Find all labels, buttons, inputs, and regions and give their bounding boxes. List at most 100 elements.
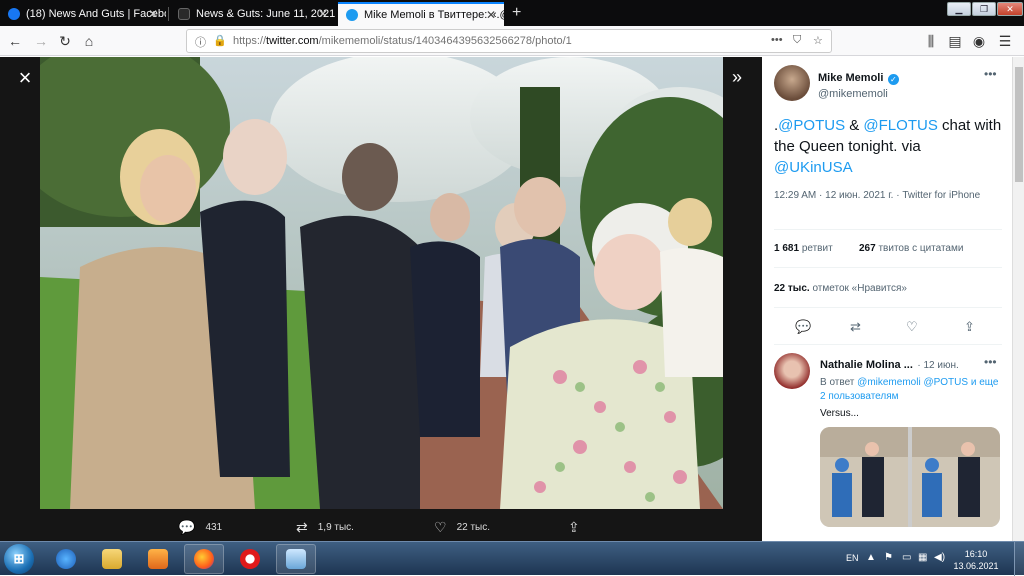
- battery-icon[interactable]: ▭: [902, 552, 911, 563]
- author-avatar[interactable]: [774, 65, 810, 101]
- reply-text: Versus...: [820, 408, 859, 419]
- page-actions-icon[interactable]: •••: [771, 34, 783, 46]
- reply-to-links[interactable]: @mikememoli @POTUS: [857, 377, 968, 388]
- retweets-count: 1 681: [774, 243, 800, 254]
- chevron-up-icon[interactable]: ▲: [866, 552, 876, 563]
- reply-media[interactable]: [820, 427, 1000, 527]
- system-clock[interactable]: 16:10 13.06.2021: [950, 548, 1002, 572]
- window-close-button[interactable]: ✕: [997, 2, 1023, 16]
- address-bar[interactable]: ⓘ 🔒 https://twitter.com/mikememoli/statu…: [186, 29, 832, 53]
- network-icon[interactable]: ▦: [918, 552, 927, 563]
- taskbar-explorer[interactable]: [92, 544, 132, 574]
- navigation-bar: ← → ↻ ⌂ ⓘ 🔒 https://twitter.com/mikememo…: [0, 26, 1024, 56]
- photo-illustration: [40, 57, 723, 509]
- retweet-icon[interactable]: ⇄: [850, 319, 861, 335]
- facebook-icon: [8, 8, 20, 20]
- like-count: 22 тыс.: [456, 522, 491, 533]
- folder-icon: [102, 549, 122, 569]
- close-icon[interactable]: ✕: [486, 8, 496, 22]
- divider: [774, 229, 1002, 230]
- author-name[interactable]: Mike Memoli: [818, 72, 883, 84]
- close-icon[interactable]: ✕: [318, 7, 328, 21]
- tab-title: Mike Memoli в Твиттере: «.@P: [364, 9, 504, 21]
- show-desktop-button[interactable]: [1014, 542, 1024, 576]
- url-text: https://twitter.com/mikememoli/status/14…: [233, 35, 572, 47]
- panel-scrollbar[interactable]: [1012, 57, 1024, 541]
- taskbar-media[interactable]: [138, 544, 178, 574]
- clock-time: 16:10: [964, 549, 988, 559]
- reload-icon[interactable]: ↻: [56, 32, 74, 50]
- tab-facebook[interactable]: (18) News And Guts | Facebook ✕: [0, 2, 166, 26]
- author-handle[interactable]: @mikememoli: [818, 88, 899, 100]
- start-button[interactable]: ⊞: [4, 544, 34, 574]
- close-icon[interactable]: ×: [14, 67, 36, 89]
- clock-date: 13.06.2021: [953, 561, 999, 571]
- quotes-count: 267: [859, 243, 876, 254]
- reply-icon: 💬: [178, 519, 196, 535]
- language-indicator[interactable]: EN: [846, 553, 859, 563]
- tweet-timestamp[interactable]: 12:29 AM · 12 июн. 2021 г. · Twitter for…: [774, 188, 1002, 203]
- internet-explorer-icon: [56, 549, 76, 569]
- like-button[interactable]: ♡ 22 тыс.: [434, 519, 490, 536]
- close-icon[interactable]: ✕: [148, 7, 158, 21]
- reply-time[interactable]: · 12 июн.: [917, 360, 958, 371]
- tab-separator: [168, 7, 169, 21]
- mention-potus[interactable]: @POTUS: [778, 117, 845, 134]
- tweet-photo[interactable]: [40, 57, 723, 509]
- taskbar: ⊞ EN ▲ ⚑ ▭ ▦ ◀) 16:10 13.06.2021: [0, 541, 1024, 576]
- taskbar-opera[interactable]: [230, 544, 270, 574]
- maximize-button[interactable]: ❐: [972, 2, 996, 16]
- volume-icon[interactable]: ◀): [934, 552, 945, 563]
- tab-title: (18) News And Guts | Facebook: [26, 8, 166, 20]
- bookmark-star-icon[interactable]: ☆: [813, 34, 823, 47]
- back-arrow-icon[interactable]: ←: [6, 32, 24, 50]
- chevrons-right-icon[interactable]: »: [726, 67, 748, 89]
- reply-button[interactable]: 💬 431: [178, 519, 222, 536]
- mention-ukinusa[interactable]: @UKinUSA: [774, 159, 853, 176]
- url-path: /mikememoli/status/1403464395632566278/p…: [318, 35, 572, 47]
- forward-arrow-icon[interactable]: →: [32, 32, 50, 50]
- home-icon[interactable]: ⌂: [80, 32, 98, 50]
- lock-icon[interactable]: 🔒: [213, 34, 227, 47]
- firefox-icon: [194, 549, 214, 569]
- retweet-button[interactable]: ⇄ 1,9 тыс.: [296, 519, 354, 536]
- media-player-icon: [148, 549, 168, 569]
- mention-flotus[interactable]: @FLOTUS: [863, 117, 937, 134]
- more-options-icon[interactable]: •••: [984, 67, 997, 81]
- new-tab-button[interactable]: +: [512, 4, 521, 22]
- reply-avatar[interactable]: [774, 353, 810, 389]
- taskbar-ie[interactable]: [46, 544, 86, 574]
- heart-icon: ♡: [434, 519, 447, 535]
- sidebar-icon[interactable]: ▤: [946, 32, 964, 50]
- pocket-icon[interactable]: ⛉: [793, 34, 801, 47]
- reply-to-prefix: В ответ: [820, 377, 855, 388]
- retweet-stats[interactable]: 1 681 ретвит: [774, 243, 833, 254]
- account-icon[interactable]: ◉: [970, 32, 988, 50]
- tab-news-guts[interactable]: News & Guts: June 11, 2021 - N ✕: [170, 2, 336, 26]
- reply-author-name[interactable]: Nathalie Molina ...: [820, 359, 913, 371]
- more-options-icon[interactable]: •••: [984, 355, 997, 369]
- tab-twitter[interactable]: Mike Memoli в Твиттере: «.@P ✕: [338, 2, 504, 26]
- news-icon: [178, 8, 190, 20]
- taskbar-app[interactable]: [276, 544, 316, 574]
- like-stats[interactable]: 22 тыс. отметок «Нравится»: [774, 283, 907, 294]
- menu-icon[interactable]: ☰: [996, 32, 1014, 50]
- minimize-button[interactable]: ▁: [947, 2, 971, 16]
- reply-block: Nathalie Molina ... · 12 июн. В ответ @m…: [820, 355, 1004, 419]
- author-block: Mike Memoli ✓ @mikememoli: [818, 68, 899, 100]
- url-scheme: https://: [233, 35, 267, 47]
- library-icon[interactable]: ⫼: [922, 32, 940, 50]
- share-icon[interactable]: ⇪: [964, 319, 975, 335]
- quote-stats[interactable]: 267 твитов с цитатами: [859, 243, 963, 254]
- flag-icon[interactable]: ⚑: [884, 552, 893, 563]
- info-icon[interactable]: ⓘ: [195, 34, 206, 50]
- share-button[interactable]: ⇪: [568, 519, 580, 536]
- divider: [774, 267, 1002, 268]
- window-app-icon: [286, 549, 306, 569]
- reply-icon[interactable]: 💬: [795, 319, 811, 335]
- taskbar-firefox[interactable]: [184, 544, 224, 574]
- tab-bar: (18) News And Guts | Facebook ✕ News & G…: [0, 0, 1024, 26]
- scrollbar-thumb[interactable]: [1015, 67, 1023, 182]
- twitter-icon: [346, 9, 358, 21]
- heart-icon[interactable]: ♡: [906, 319, 918, 335]
